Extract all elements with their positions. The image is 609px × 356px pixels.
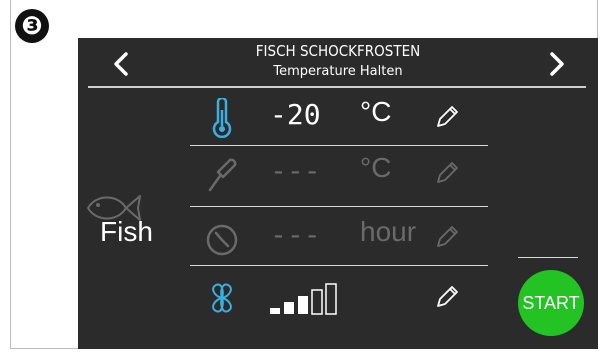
row-temperature: -20 °C: [190, 90, 490, 145]
fan-speed-bars[interactable]: [270, 282, 350, 316]
temperature-unit: °C: [360, 96, 392, 127]
time-value: ---: [270, 218, 321, 251]
program-title: FISCH SCHOCKFROSTEN: [255, 42, 421, 60]
edit-fan-pencil-icon[interactable]: [434, 284, 460, 310]
edit-temperature-pencil-icon[interactable]: [434, 104, 460, 130]
start-divider: [518, 257, 578, 258]
controller-screen: FISCH SCHOCKFROSTEN Temperature Halten F…: [78, 38, 598, 349]
time-unit: hour: [360, 216, 417, 247]
edit-probe-pencil-icon[interactable]: [434, 160, 460, 186]
clock-icon: [206, 224, 238, 256]
row-fan: [190, 270, 490, 325]
product-label: Fish: [100, 216, 153, 247]
probe-icon: [208, 158, 237, 192]
chevron-left-icon: [114, 52, 128, 76]
row-time: --- hour: [190, 210, 490, 265]
step-badge: ❸: [15, 9, 49, 43]
probe-value: ---: [270, 154, 321, 187]
start-button[interactable]: START: [518, 270, 584, 336]
row-probe: --- °C: [190, 146, 490, 201]
program-phase: Temperature Halten: [273, 64, 403, 79]
chevron-right-icon: [550, 52, 564, 76]
edit-time-pencil-icon[interactable]: [434, 224, 460, 250]
temperature-value: -20: [270, 98, 321, 131]
fan-icon: [212, 283, 232, 313]
thermometer-icon: [212, 98, 232, 138]
next-button[interactable]: [536, 44, 576, 84]
row-divider: [190, 265, 488, 266]
prev-button[interactable]: [102, 44, 142, 84]
row-divider: [190, 206, 488, 207]
probe-unit: °C: [360, 152, 392, 183]
header-divider: [88, 86, 586, 88]
